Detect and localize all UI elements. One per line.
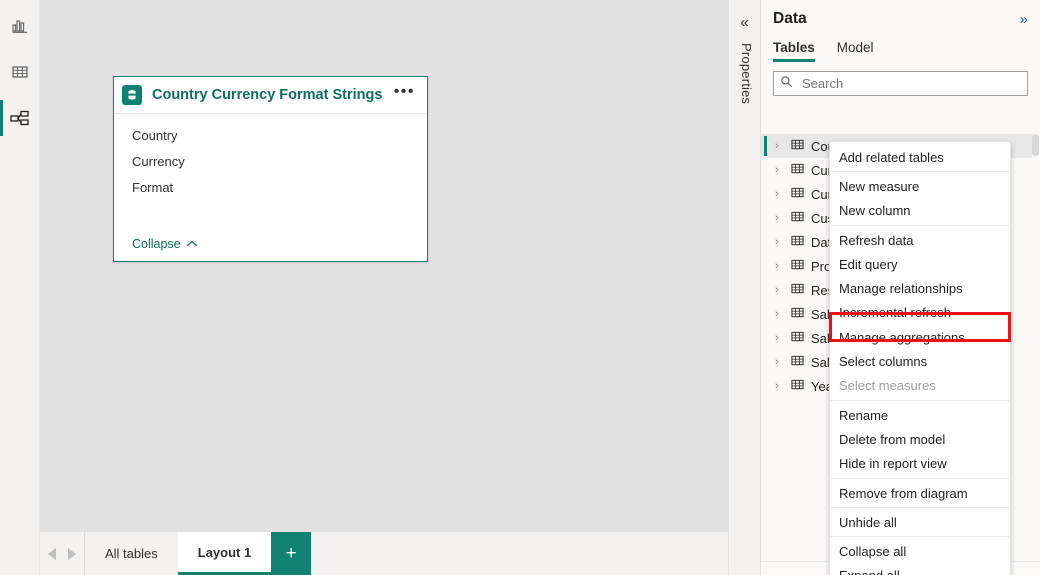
chevron-right-icon[interactable]: › — [775, 212, 784, 224]
tab-model[interactable]: Model — [837, 40, 874, 62]
menu-item-remove-from-diagram[interactable]: Remove from diagram — [830, 481, 1010, 505]
menu-separator — [830, 171, 1010, 173]
scrollbar-thumb[interactable] — [1032, 134, 1039, 156]
chevron-right-icon[interactable]: › — [775, 188, 784, 200]
menu-item-select-columns[interactable]: Select columns — [830, 349, 1010, 373]
table-card-header: Country Currency Format Strings ••• — [114, 77, 427, 114]
table-grid-icon — [791, 138, 804, 154]
menu-item-rename[interactable]: Rename — [830, 403, 1010, 427]
table-grid-icon — [791, 378, 804, 394]
table-grid-icon — [791, 258, 804, 274]
collapse-label: Collapse — [132, 237, 181, 251]
power-bi-model-view: Country Currency Format Strings ••• Coun… — [0, 0, 1040, 575]
chevron-right-icon[interactable]: › — [775, 380, 784, 392]
menu-item-collapse-all[interactable]: Collapse all — [830, 539, 1010, 563]
model-view-button[interactable] — [0, 98, 40, 138]
report-bar-chart-icon — [10, 16, 30, 36]
tab-layout-1[interactable]: Layout 1 — [177, 532, 272, 575]
table-card-field-list: Country Currency Format — [114, 114, 427, 200]
table-grid-icon — [791, 306, 804, 322]
menu-item-expand-all[interactable]: Expand all — [830, 564, 1010, 575]
data-panel-tabs: Tables Model — [761, 40, 1040, 62]
menu-item-hide-in-report-view[interactable]: Hide in report view — [830, 452, 1010, 476]
table-grid-icon — [791, 282, 804, 298]
chevron-right-icon[interactable]: › — [775, 308, 784, 320]
table-grid-icon — [791, 186, 804, 202]
table-grid-icon — [791, 210, 804, 226]
chevron-right-icon[interactable]: › — [775, 284, 784, 296]
table-field-row[interactable]: Format — [132, 174, 427, 200]
chevron-right-icon[interactable]: › — [775, 260, 784, 272]
chevron-right-icon[interactable]: › — [775, 356, 784, 368]
menu-item-add-related-tables[interactable]: Add related tables — [830, 145, 1010, 169]
menu-item-incremental-refresh[interactable]: Incremental refresh — [830, 301, 1010, 325]
table-card-title: Country Currency Format Strings — [152, 87, 383, 103]
chevron-right-icon[interactable]: › — [775, 164, 784, 176]
menu-separator — [830, 399, 1010, 401]
menu-item-manage-relationships[interactable]: Manage relationships — [830, 276, 1010, 300]
database-table-icon — [122, 85, 142, 105]
tab-all-tables[interactable]: All tables — [85, 532, 178, 575]
table-grid-icon — [791, 354, 804, 370]
menu-item-unhide-all[interactable]: Unhide all — [830, 510, 1010, 534]
menu-item-select-measures: Select measures — [839, 378, 936, 394]
tab-prev-button[interactable] — [48, 547, 56, 560]
table-card-more-button[interactable]: ••• — [386, 84, 417, 103]
tab-nav-arrows — [40, 532, 85, 575]
chevron-right-icon[interactable]: › — [775, 140, 784, 152]
menu-separator — [830, 507, 1010, 509]
table-grid-icon — [791, 234, 804, 250]
search-icon — [780, 75, 793, 93]
chevron-up-icon — [186, 237, 198, 251]
chevron-right-icon[interactable]: › — [775, 236, 784, 248]
menu-item-new-measure[interactable]: New measure — [830, 174, 1010, 198]
model-diagram-canvas[interactable]: Country Currency Format Strings ••• Coun… — [40, 0, 728, 531]
add-layout-button[interactable]: + — [271, 532, 312, 575]
table-card[interactable]: Country Currency Format Strings ••• Coun… — [113, 76, 428, 262]
properties-panel-collapsed[interactable]: « Properties — [728, 0, 761, 575]
chevron-double-right-icon[interactable]: » — [1020, 11, 1028, 28]
menu-item-refresh-data[interactable]: Refresh data — [830, 228, 1010, 252]
data-panel-header: Data » — [761, 0, 1040, 28]
menu-item-manage-aggregations[interactable]: Manage aggregations — [830, 325, 1010, 349]
layout-tab-strip: All tables Layout 1 + — [40, 531, 728, 575]
table-grid-icon — [791, 330, 804, 346]
table-field-row[interactable]: Country — [132, 122, 427, 148]
table-list-scrollbar[interactable] — [1032, 134, 1040, 557]
search-input[interactable] — [800, 75, 1021, 92]
table-field-row[interactable]: Currency — [132, 148, 427, 174]
view-switch-rail — [0, 0, 40, 575]
table-context-menu[interactable]: Add related tables New measure New colum… — [829, 141, 1011, 575]
menu-separator — [830, 224, 1010, 226]
tab-tables[interactable]: Tables — [773, 40, 815, 62]
search-box[interactable] — [773, 71, 1028, 96]
properties-panel-label: Properties — [739, 43, 754, 105]
report-view-button[interactable] — [0, 6, 40, 46]
data-panel-title: Data — [773, 10, 807, 27]
table-grid-icon — [10, 62, 30, 82]
data-view-button[interactable] — [0, 52, 40, 92]
tab-next-button[interactable] — [68, 547, 76, 560]
chevron-double-left-icon[interactable]: « — [729, 14, 760, 31]
menu-item-delete-from-model[interactable]: Delete from model — [830, 427, 1010, 451]
menu-separator — [830, 536, 1010, 538]
model-diagram-icon — [9, 108, 31, 128]
menu-item-edit-query[interactable]: Edit query — [830, 252, 1010, 276]
menu-item-new-column[interactable]: New column — [830, 199, 1010, 223]
menu-separator — [830, 477, 1010, 479]
chevron-right-icon[interactable]: › — [775, 332, 784, 344]
table-card-collapse-button[interactable]: Collapse — [132, 237, 198, 251]
table-grid-icon — [791, 162, 804, 178]
